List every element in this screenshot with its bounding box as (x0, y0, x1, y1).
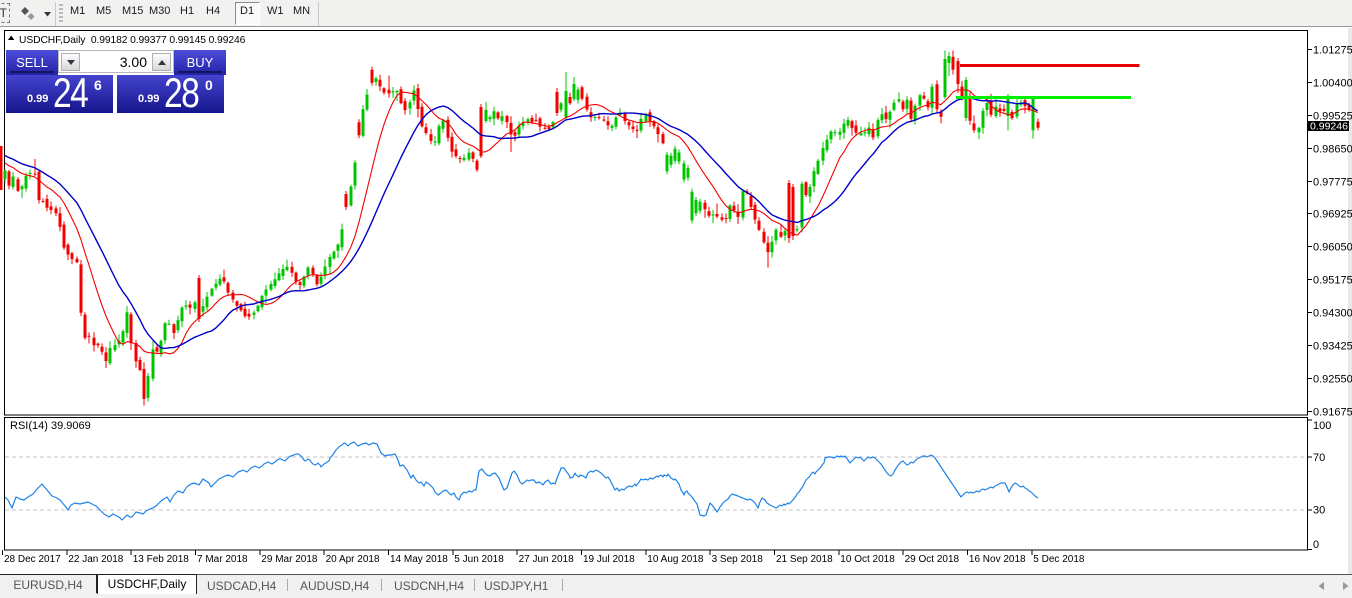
svg-text:0.98650: 0.98650 (1313, 143, 1352, 155)
svg-text:0.97775: 0.97775 (1313, 176, 1352, 188)
svg-text:29 Oct 2018: 29 Oct 2018 (905, 554, 960, 565)
svg-text:100: 100 (1313, 420, 1331, 432)
svg-text:21 Sep 2018: 21 Sep 2018 (776, 554, 833, 565)
svg-text:27 Jun 2018: 27 Jun 2018 (519, 554, 574, 565)
svg-text:28 Dec 2017: 28 Dec 2017 (4, 554, 61, 565)
svg-text:20 Apr 2018: 20 Apr 2018 (326, 554, 380, 565)
svg-text:0.96050: 0.96050 (1313, 241, 1352, 253)
svg-text:10 Oct 2018: 10 Oct 2018 (840, 554, 895, 565)
svg-text:30: 30 (1313, 505, 1325, 517)
svg-text:10 Aug 2018: 10 Aug 2018 (647, 554, 704, 565)
svg-text:RSI(14) 39.9069: RSI(14) 39.9069 (10, 420, 91, 432)
svg-text:1.01275: 1.01275 (1313, 44, 1352, 56)
svg-text:0.91675: 0.91675 (1313, 406, 1352, 418)
svg-text:5 Jun 2018: 5 Jun 2018 (454, 554, 504, 565)
svg-text:7 Mar 2018: 7 Mar 2018 (197, 554, 248, 565)
svg-text:0.95175: 0.95175 (1313, 274, 1352, 286)
svg-text:29 Mar 2018: 29 Mar 2018 (261, 554, 318, 565)
svg-text:19 Jul 2018: 19 Jul 2018 (583, 554, 635, 565)
svg-text:0: 0 (1313, 539, 1319, 551)
svg-text:USDCHF,Daily 0.99182 0.99377: USDCHF,Daily 0.99182 0.99377 0.99145 0.9… (19, 35, 246, 46)
svg-text:1.00400: 1.00400 (1313, 77, 1352, 89)
svg-text:0.94300: 0.94300 (1313, 307, 1352, 319)
svg-text:16 Nov 2018: 16 Nov 2018 (969, 554, 1026, 565)
svg-text:0.99246: 0.99246 (1310, 121, 1348, 133)
svg-text:13 Feb 2018: 13 Feb 2018 (133, 554, 190, 565)
svg-text:5 Dec 2018: 5 Dec 2018 (1033, 554, 1085, 565)
svg-text:22 Jan 2018: 22 Jan 2018 (68, 554, 123, 565)
svg-text:0.93425: 0.93425 (1313, 340, 1352, 352)
svg-text:3 Sep 2018: 3 Sep 2018 (712, 554, 764, 565)
svg-text:14 May 2018: 14 May 2018 (390, 554, 448, 565)
svg-text:0.92550: 0.92550 (1313, 373, 1352, 385)
svg-text:70: 70 (1313, 452, 1325, 464)
svg-text:0.96925: 0.96925 (1313, 208, 1352, 220)
